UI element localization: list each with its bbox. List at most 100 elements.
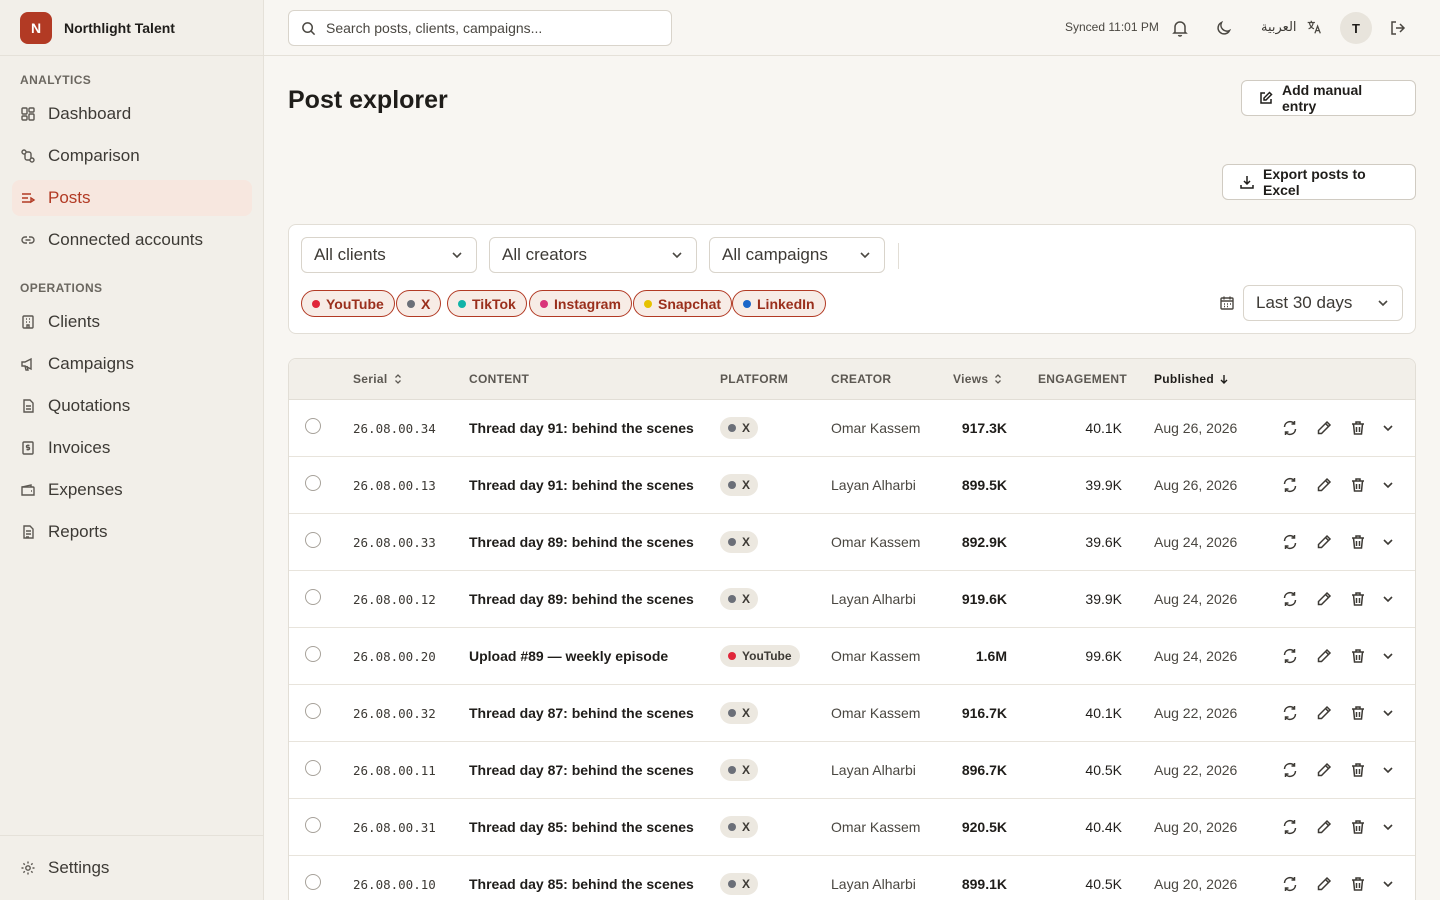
content-cell[interactable]: Thread day 87: behind the scenes: [469, 762, 694, 778]
table-row[interactable]: 26.08.00.12 Thread day 89: behind the sce…: [289, 571, 1415, 628]
content-cell[interactable]: Thread day 85: behind the scenes: [469, 876, 694, 892]
sidebar-item-settings[interactable]: Settings: [12, 850, 252, 886]
column-views[interactable]: Views: [953, 372, 1004, 386]
row-checkbox[interactable]: [305, 874, 321, 890]
refresh-icon[interactable]: [1281, 875, 1299, 893]
row-checkbox[interactable]: [305, 646, 321, 662]
chevron-down-icon[interactable]: [1379, 818, 1397, 836]
sidebar-item-invoices[interactable]: Invoices: [12, 430, 252, 466]
date-range-select[interactable]: Last 30 days: [1243, 285, 1403, 321]
content-cell[interactable]: Thread day 85: behind the scenes: [469, 819, 694, 835]
trash-icon[interactable]: [1349, 761, 1367, 779]
sidebar-item-comparison[interactable]: Comparison: [12, 138, 252, 174]
search-input[interactable]: [326, 20, 646, 36]
bell-icon[interactable]: [1170, 18, 1190, 38]
trash-icon[interactable]: [1349, 590, 1367, 608]
add-manual-entry-button[interactable]: Add manual entry: [1241, 80, 1416, 116]
trash-icon[interactable]: [1349, 533, 1367, 551]
trash-icon[interactable]: [1349, 647, 1367, 665]
refresh-icon[interactable]: [1281, 704, 1299, 722]
sidebar-item-clients[interactable]: Clients: [12, 304, 252, 340]
platform-chip-youtube[interactable]: YouTube: [301, 290, 395, 317]
platform-chip-linkedin[interactable]: LinkedIn: [732, 290, 826, 317]
pencil-icon[interactable]: [1315, 476, 1333, 494]
content-cell[interactable]: Thread day 87: behind the scenes: [469, 705, 694, 721]
column-serial[interactable]: Serial: [353, 372, 404, 386]
trash-icon[interactable]: [1349, 818, 1367, 836]
brand[interactable]: N Northlight Talent: [0, 0, 263, 56]
column-published[interactable]: Published: [1154, 372, 1230, 386]
chevron-down-icon: [450, 248, 464, 262]
pencil-icon[interactable]: [1315, 647, 1333, 665]
row-checkbox[interactable]: [305, 532, 321, 548]
content-cell[interactable]: Thread day 91: behind the scenes: [469, 477, 694, 493]
platform-chip-tiktok[interactable]: TikTok: [447, 290, 527, 317]
trash-icon[interactable]: [1349, 476, 1367, 494]
chevron-down-icon[interactable]: [1379, 476, 1397, 494]
sidebar-item-connected-accounts[interactable]: Connected accounts: [12, 222, 252, 258]
table-row[interactable]: 26.08.00.20 Upload #89 — weekly episode Yo…: [289, 628, 1415, 685]
sidebar-item-label: Clients: [48, 312, 100, 331]
pencil-icon[interactable]: [1315, 761, 1333, 779]
sidebar-item-campaigns[interactable]: Campaigns: [12, 346, 252, 382]
avatar[interactable]: T: [1340, 12, 1372, 44]
refresh-icon[interactable]: [1281, 419, 1299, 437]
trash-icon[interactable]: [1349, 704, 1367, 722]
export-posts-button[interactable]: Export posts to Excel: [1222, 164, 1416, 200]
pencil-icon[interactable]: [1315, 704, 1333, 722]
chevron-down-icon[interactable]: [1379, 647, 1397, 665]
platform-chip-label: TikTok: [472, 295, 516, 312]
client-select[interactable]: All clients: [301, 237, 477, 273]
table-row[interactable]: 26.08.00.33 Thread day 89: behind the sce…: [289, 514, 1415, 571]
content-cell[interactable]: Upload #89 — weekly episode: [469, 648, 668, 664]
platform-chip-instagram[interactable]: Instagram: [529, 290, 632, 317]
table-row[interactable]: 26.08.00.31 Thread day 85: behind the sce…: [289, 799, 1415, 856]
trash-icon[interactable]: [1349, 419, 1367, 437]
content-cell[interactable]: Thread day 89: behind the scenes: [469, 591, 694, 607]
table-row[interactable]: 26.08.00.13 Thread day 91: behind the sce…: [289, 457, 1415, 514]
row-checkbox[interactable]: [305, 703, 321, 719]
table-row[interactable]: 26.08.00.32 Thread day 87: behind the sce…: [289, 685, 1415, 742]
refresh-icon[interactable]: [1281, 533, 1299, 551]
content-cell[interactable]: Thread day 91: behind the scenes: [469, 420, 694, 436]
campaign-select[interactable]: All campaigns: [709, 237, 885, 273]
chevron-down-icon[interactable]: [1379, 761, 1397, 779]
language-toggle[interactable]: العربية: [1261, 18, 1323, 36]
chevron-down-icon[interactable]: [1379, 875, 1397, 893]
refresh-icon[interactable]: [1281, 818, 1299, 836]
sidebar-item-dashboard[interactable]: Dashboard: [12, 96, 252, 132]
refresh-icon[interactable]: [1281, 476, 1299, 494]
sidebar-item-reports[interactable]: Reports: [12, 514, 252, 550]
row-checkbox[interactable]: [305, 760, 321, 776]
platform-chip-x[interactable]: X: [396, 290, 442, 317]
table-row[interactable]: 26.08.00.34 Thread day 91: behind the sce…: [289, 400, 1415, 457]
refresh-icon[interactable]: [1281, 590, 1299, 608]
sidebar-item-quotations[interactable]: Quotations: [12, 388, 252, 424]
trash-icon[interactable]: [1349, 875, 1367, 893]
content-cell[interactable]: Thread day 89: behind the scenes: [469, 534, 694, 550]
pencil-icon[interactable]: [1315, 590, 1333, 608]
row-checkbox[interactable]: [305, 418, 321, 434]
moon-icon[interactable]: [1214, 18, 1234, 38]
refresh-icon[interactable]: [1281, 761, 1299, 779]
chevron-down-icon[interactable]: [1379, 419, 1397, 437]
sidebar-item-expenses[interactable]: Expenses: [12, 472, 252, 508]
logout-icon[interactable]: [1388, 18, 1408, 38]
table-row[interactable]: 26.08.00.11 Thread day 87: behind the sce…: [289, 742, 1415, 799]
pencil-icon[interactable]: [1315, 419, 1333, 437]
creator-select[interactable]: All creators: [489, 237, 697, 273]
table-row[interactable]: 26.08.00.10 Thread day 85: behind the sce…: [289, 856, 1415, 900]
pencil-icon[interactable]: [1315, 875, 1333, 893]
pencil-icon[interactable]: [1315, 533, 1333, 551]
platform-chip-snapchat[interactable]: Snapchat: [633, 290, 733, 317]
refresh-icon[interactable]: [1281, 647, 1299, 665]
row-checkbox[interactable]: [305, 589, 321, 605]
sidebar-item-posts[interactable]: Posts: [12, 180, 252, 216]
row-checkbox[interactable]: [305, 475, 321, 491]
chevron-down-icon[interactable]: [1379, 704, 1397, 722]
row-checkbox[interactable]: [305, 817, 321, 833]
chevron-down-icon[interactable]: [1379, 590, 1397, 608]
chevron-down-icon[interactable]: [1379, 533, 1397, 551]
search-box[interactable]: [288, 10, 672, 46]
pencil-icon[interactable]: [1315, 818, 1333, 836]
